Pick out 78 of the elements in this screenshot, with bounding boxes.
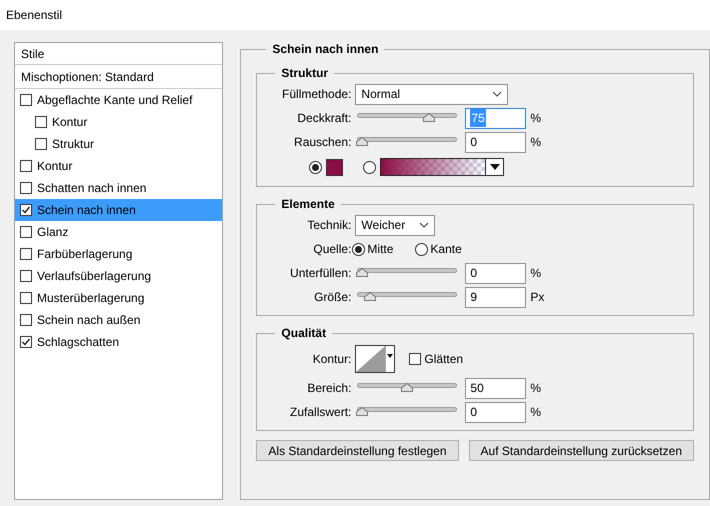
checkbox-label: Glätten bbox=[424, 351, 464, 368]
gradient-picker[interactable] bbox=[380, 158, 504, 176]
button[interactable]: Als Standardeinstellung festlegen bbox=[256, 440, 459, 461]
radio-button[interactable] bbox=[309, 160, 322, 174]
dropdown[interactable]: Weicher bbox=[355, 214, 436, 236]
field-label: Quelle: bbox=[313, 241, 352, 258]
slider[interactable] bbox=[357, 382, 458, 394]
checkbox[interactable] bbox=[35, 138, 47, 150]
blend-options-item[interactable]: Mischoptionen: Standard bbox=[15, 65, 222, 89]
unit-label: % bbox=[530, 404, 542, 421]
contour-curve-icon bbox=[356, 346, 386, 372]
style-item[interactable]: Schein nach außen bbox=[15, 309, 222, 331]
checkbox[interactable] bbox=[20, 314, 32, 326]
dropdown[interactable]: Normal bbox=[355, 84, 508, 104]
field-label: Kontur: bbox=[312, 351, 352, 368]
field-label: Größe: bbox=[314, 289, 352, 306]
slider[interactable] bbox=[357, 268, 458, 278]
checkbox[interactable] bbox=[20, 336, 32, 348]
radio-label: Kante bbox=[430, 241, 462, 258]
slider[interactable] bbox=[357, 292, 458, 302]
field-label: Bereich: bbox=[307, 380, 352, 397]
style-item[interactable]: Schatten nach innen bbox=[15, 177, 222, 199]
field-label: Füllmethode: bbox=[282, 86, 352, 103]
checkbox[interactable] bbox=[20, 270, 32, 282]
value-field[interactable]: 9 bbox=[465, 286, 526, 308]
panel-title: Schein nach innen bbox=[271, 41, 380, 58]
checkbox[interactable] bbox=[20, 292, 32, 304]
checkbox[interactable] bbox=[20, 204, 32, 216]
style-item[interactable]: Abgeflachte Kante und Relief bbox=[15, 89, 222, 111]
color-swatch[interactable] bbox=[326, 158, 344, 176]
field-label: Zufallswert: bbox=[290, 404, 352, 421]
unit-label: % bbox=[530, 380, 542, 397]
radio-button[interactable] bbox=[363, 160, 376, 174]
field-label: Technik: bbox=[307, 217, 352, 234]
field-label: Rauschen: bbox=[294, 134, 352, 151]
style-item[interactable]: Glanz bbox=[15, 221, 222, 243]
style-item[interactable]: Verlaufsüberlagerung bbox=[15, 265, 222, 287]
checkbox[interactable] bbox=[409, 353, 422, 365]
value-field[interactable]: 0 bbox=[465, 402, 526, 422]
value-field[interactable]: 0 bbox=[465, 262, 526, 284]
field-label: Unterfüllen: bbox=[290, 265, 352, 282]
section-title: Elemente bbox=[280, 196, 336, 213]
chevron-icon bbox=[492, 91, 502, 97]
list-header: Stile bbox=[15, 43, 222, 65]
field-label: Deckkraft: bbox=[297, 110, 352, 127]
radio-button[interactable] bbox=[352, 242, 366, 256]
unit-label: % bbox=[530, 265, 542, 282]
window-title: Ebenenstil bbox=[6, 7, 62, 24]
unit-label: % bbox=[530, 134, 542, 151]
style-item[interactable]: Schlagschatten bbox=[15, 331, 222, 353]
style-item[interactable]: Struktur bbox=[15, 133, 222, 155]
section-title: Struktur bbox=[280, 65, 330, 82]
section-title: Qualität bbox=[280, 325, 328, 342]
style-item[interactable]: Kontur bbox=[15, 155, 222, 177]
style-item[interactable]: Farbüberlagerung bbox=[15, 243, 222, 265]
style-item[interactable]: Musterüberlagerung bbox=[15, 287, 222, 309]
button[interactable]: Auf Standardeinstellung zurücksetzen bbox=[468, 440, 694, 461]
radio-label: Mitte bbox=[367, 241, 394, 258]
dropdown-arrow-icon bbox=[490, 164, 500, 170]
radio-button[interactable] bbox=[415, 242, 428, 256]
style-item[interactable]: Kontur bbox=[15, 111, 222, 133]
checkbox[interactable] bbox=[20, 226, 32, 238]
checkbox[interactable] bbox=[20, 182, 32, 194]
checkbox[interactable] bbox=[20, 160, 32, 172]
value-field[interactable]: 0 bbox=[465, 132, 526, 152]
unit-label: % bbox=[530, 110, 542, 127]
value-field[interactable]: 50 bbox=[465, 378, 526, 398]
slider[interactable] bbox=[357, 136, 458, 148]
chevron-icon bbox=[419, 222, 430, 228]
slider[interactable] bbox=[357, 406, 458, 418]
checkbox[interactable] bbox=[20, 248, 32, 260]
unit-label: Px bbox=[530, 289, 544, 306]
slider[interactable] bbox=[357, 112, 458, 124]
style-item[interactable]: Schein nach innen bbox=[15, 199, 222, 221]
checkbox[interactable] bbox=[35, 116, 47, 128]
dropdown-arrow-icon bbox=[387, 354, 394, 358]
checkbox[interactable] bbox=[20, 94, 32, 106]
contour-picker[interactable] bbox=[355, 345, 396, 373]
